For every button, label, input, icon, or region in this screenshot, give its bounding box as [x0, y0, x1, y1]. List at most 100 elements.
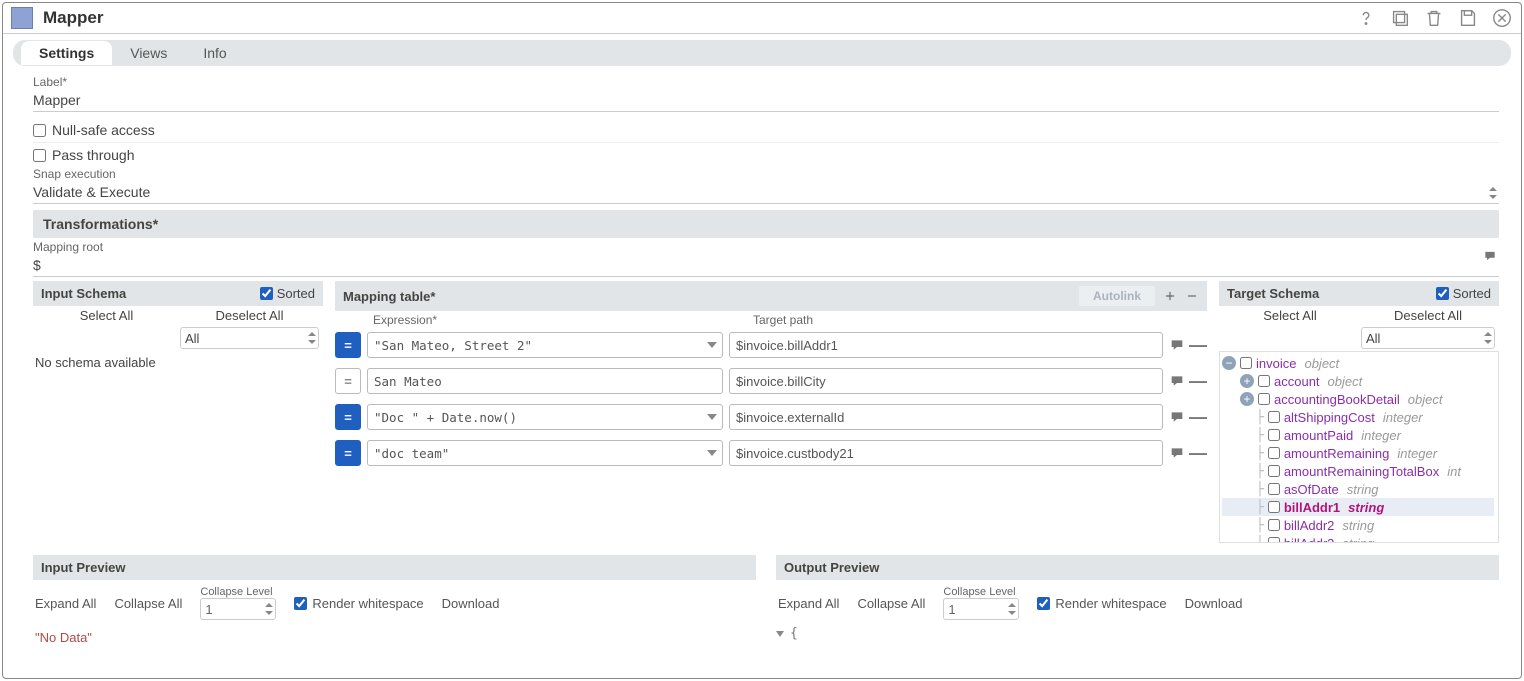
tree-checkbox[interactable] [1268, 483, 1280, 495]
expression-input[interactable] [367, 440, 723, 466]
snapexec-value[interactable] [33, 181, 1499, 204]
delete-row-icon[interactable]: — [1189, 447, 1207, 459]
input-filter-select[interactable]: All [180, 327, 319, 349]
tree-row[interactable]: ├amountRemainingTotalBoxint [1222, 462, 1494, 480]
expand-toggle-icon[interactable] [776, 631, 784, 637]
tree-node-name: billAddr3 [1284, 536, 1335, 544]
tree-row[interactable]: +accountobject [1222, 372, 1494, 390]
output-render-ws[interactable]: Render whitespace [1037, 596, 1166, 611]
target-path-input[interactable] [729, 404, 1163, 430]
tab-info[interactable]: Info [185, 41, 244, 65]
target-filter-select[interactable]: All [1361, 327, 1495, 349]
comment-icon[interactable] [1169, 373, 1185, 389]
collapse-icon[interactable]: − [1222, 356, 1236, 370]
target-sorted-checkbox[interactable] [1436, 287, 1449, 300]
input-select-all[interactable]: Select All [37, 308, 176, 323]
input-sorted-checkbox[interactable] [260, 287, 273, 300]
tree-checkbox[interactable] [1268, 411, 1280, 423]
row-actions: — [1169, 409, 1207, 425]
input-deselect-all[interactable]: Deselect All [180, 308, 319, 323]
target-path-input[interactable] [729, 332, 1163, 358]
tree-row[interactable]: ├asOfDatestring [1222, 480, 1494, 498]
input-download[interactable]: Download [442, 596, 500, 611]
add-row-icon[interactable] [1163, 289, 1177, 303]
expand-icon[interactable]: + [1240, 392, 1254, 406]
output-expand-all[interactable]: Expand All [778, 596, 839, 611]
input-render-ws[interactable]: Render whitespace [294, 596, 423, 611]
output-render-ws-checkbox[interactable] [1037, 597, 1050, 610]
target-deselect-all[interactable]: Deselect All [1361, 308, 1495, 323]
tree-row[interactable]: ├billAddr2string [1222, 516, 1494, 534]
expression-input[interactable] [367, 368, 723, 394]
input-render-ws-checkbox[interactable] [294, 597, 307, 610]
tree-checkbox[interactable] [1268, 537, 1280, 543]
comment-icon[interactable] [1169, 409, 1185, 425]
delete-row-icon[interactable]: — [1189, 375, 1207, 387]
mapping-root-input[interactable] [33, 254, 1499, 277]
target-path-input[interactable] [729, 440, 1163, 466]
passthrough-row: Pass through [33, 143, 1499, 167]
expression-input[interactable] [367, 332, 723, 358]
tree-checkbox[interactable] [1268, 519, 1280, 531]
output-collapse-all[interactable]: Collapse All [857, 596, 925, 611]
save-icon[interactable] [1457, 7, 1479, 29]
mapping-row: =— [335, 327, 1207, 363]
expand-icon[interactable]: + [1240, 374, 1254, 388]
tree-node-type: integer [1361, 428, 1401, 443]
close-icon[interactable] [1491, 7, 1513, 29]
tree-checkbox[interactable] [1258, 393, 1270, 405]
input-filter-value: All [185, 331, 199, 346]
tree-checkbox[interactable] [1268, 465, 1280, 477]
tree-row[interactable]: +accountingBookDetailobject [1222, 390, 1494, 408]
tree-row[interactable]: ├amountPaidinteger [1222, 426, 1494, 444]
delete-row-icon[interactable]: — [1189, 339, 1207, 351]
tree-row[interactable]: −invoiceobject [1222, 354, 1494, 372]
copy-icon[interactable] [1389, 7, 1411, 29]
help-icon[interactable] [1355, 7, 1377, 29]
comment-icon[interactable] [1169, 445, 1185, 461]
input-collapse-all[interactable]: Collapse All [114, 596, 182, 611]
input-schema-panel: Input Schema Sorted Select All Deselect … [33, 281, 323, 543]
expression-toggle[interactable]: = [335, 404, 361, 430]
comment-icon[interactable] [1169, 337, 1185, 353]
autolink-button[interactable]: Autolink [1079, 286, 1155, 306]
remove-row-icon[interactable] [1185, 289, 1199, 303]
dropdown-arrow-icon[interactable] [707, 450, 717, 456]
tree-row[interactable]: ├amountRemaininginteger [1222, 444, 1494, 462]
tree-node-name: billAddr2 [1284, 518, 1335, 533]
output-download[interactable]: Download [1185, 596, 1243, 611]
expression-input[interactable] [367, 404, 723, 430]
mapping-table-header: Mapping table* Autolink [335, 281, 1207, 311]
dropdown-arrow-icon[interactable] [707, 414, 717, 420]
output-collapse-level-select[interactable]: 1 [943, 598, 1019, 620]
expression-toggle[interactable]: = [335, 332, 361, 358]
titlebar: Mapper [3, 3, 1521, 34]
dropdown-arrow-icon[interactable] [707, 342, 717, 348]
nullsafe-checkbox[interactable] [33, 124, 46, 137]
input-sorted[interactable]: Sorted [260, 286, 315, 301]
tree-row[interactable]: ├billAddr1string [1222, 498, 1494, 516]
trash-icon[interactable] [1423, 7, 1445, 29]
tree-row[interactable]: ├billAddr3string [1222, 534, 1494, 543]
target-sorted-label: Sorted [1453, 286, 1491, 301]
tab-settings[interactable]: Settings [21, 41, 112, 65]
tree-checkbox[interactable] [1268, 501, 1280, 513]
target-path-input[interactable] [729, 368, 1163, 394]
tab-views[interactable]: Views [112, 41, 185, 65]
tree-checkbox[interactable] [1268, 429, 1280, 441]
snapexec-select[interactable] [33, 181, 1499, 204]
target-schema-tree[interactable]: −invoiceobject+accountobject+accountingB… [1219, 351, 1499, 543]
tree-checkbox[interactable] [1240, 357, 1252, 369]
target-sorted[interactable]: Sorted [1436, 286, 1491, 301]
passthrough-checkbox[interactable] [33, 149, 46, 162]
input-expand-all[interactable]: Expand All [35, 596, 96, 611]
input-collapse-level-select[interactable]: 1 [200, 598, 276, 620]
label-input[interactable] [33, 89, 1499, 112]
delete-row-icon[interactable]: — [1189, 411, 1207, 423]
expression-toggle[interactable]: = [335, 440, 361, 466]
target-select-all[interactable]: Select All [1223, 308, 1357, 323]
tree-checkbox[interactable] [1258, 375, 1270, 387]
expression-toggle[interactable]: = [335, 368, 361, 394]
tree-checkbox[interactable] [1268, 447, 1280, 459]
tree-row[interactable]: ├altShippingCostinteger [1222, 408, 1494, 426]
